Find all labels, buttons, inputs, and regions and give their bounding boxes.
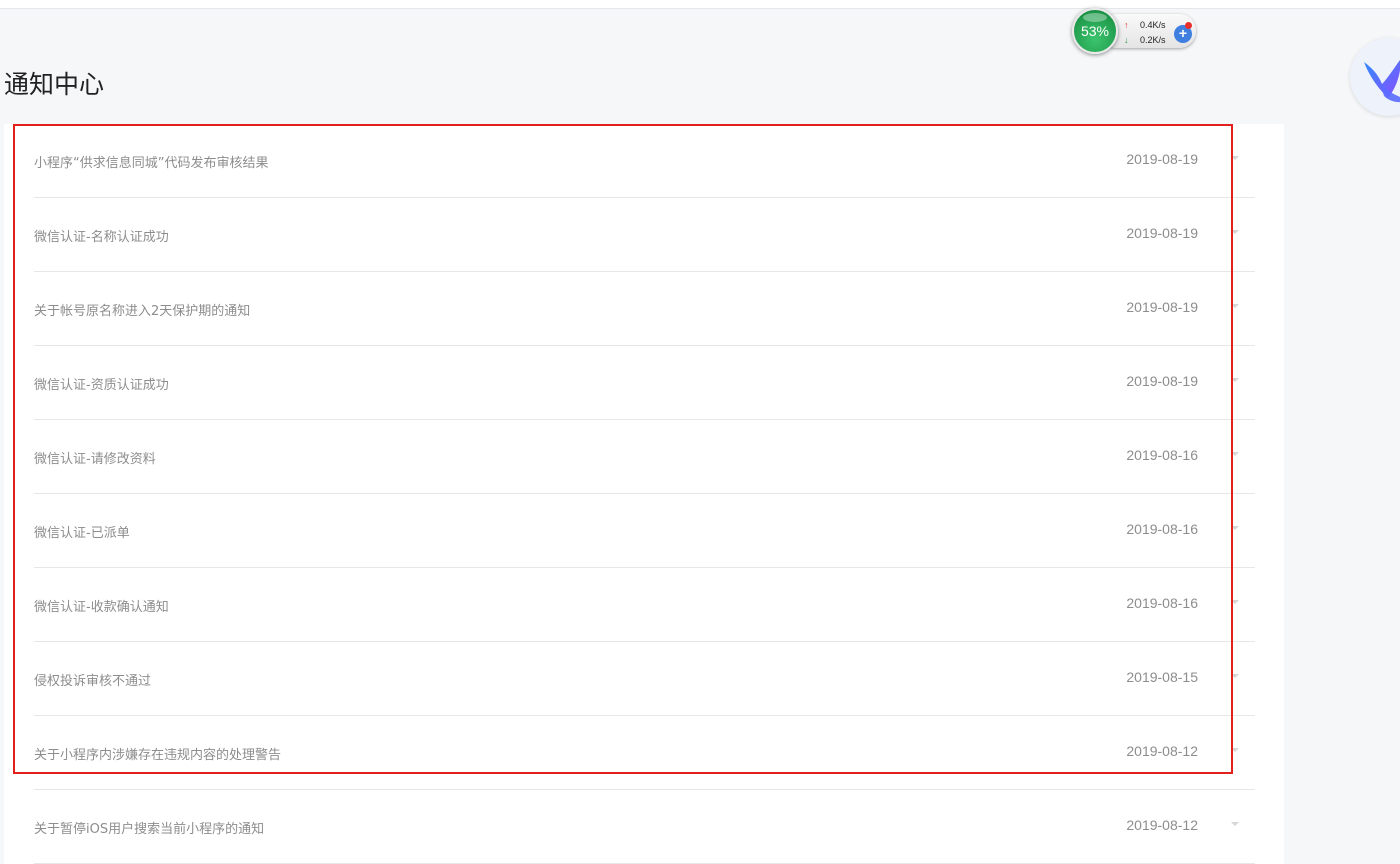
notification-date: 2019-08-12 — [1126, 743, 1198, 759]
notification-title[interactable]: 侵权投诉审核不通过 — [34, 670, 151, 689]
ball-shine — [1083, 13, 1107, 22]
chevron-down-icon[interactable] — [1231, 452, 1239, 456]
download-speed: 0.2K/s — [1140, 35, 1166, 45]
notification-title[interactable]: 小程序“供求信息同城”代码发布审核结果 — [34, 152, 268, 171]
notification-title[interactable]: 关于暂停iOS用户搜索当前小程序的通知 — [34, 818, 264, 837]
notification-item[interactable]: 关于暂停iOS用户搜索当前小程序的通知 2019-08-12 — [34, 790, 1255, 864]
notification-date: 2019-08-19 — [1126, 299, 1198, 315]
notification-date: 2019-08-16 — [1126, 595, 1198, 611]
notification-title[interactable]: 关于小程序内涉嫌存在违规内容的处理警告 — [34, 744, 281, 763]
notification-date: 2019-08-15 — [1126, 669, 1198, 685]
memory-usage-ball[interactable]: 53% — [1072, 8, 1118, 54]
notification-item[interactable]: 微信认证-收款确认通知 2019-08-16 — [34, 568, 1255, 642]
network-speed-widget[interactable]: 53% ↑ 0.4K/s ↓ 0.2K/s + — [1072, 8, 1200, 56]
notification-title[interactable]: 微信认证-已派单 — [34, 522, 130, 541]
notification-item[interactable]: 关于帐号原名称进入2天保护期的通知 2019-08-19 — [34, 272, 1255, 346]
chevron-down-icon[interactable] — [1231, 674, 1239, 678]
notification-dot — [1185, 22, 1192, 29]
chevron-down-icon[interactable] — [1231, 600, 1239, 604]
chevron-down-icon[interactable] — [1231, 378, 1239, 382]
notification-title[interactable]: 微信认证-资质认证成功 — [34, 374, 169, 393]
notification-item[interactable]: 微信认证-已派单 2019-08-16 — [34, 494, 1255, 568]
download-speed-row: ↓ 0.2K/s — [1124, 35, 1166, 45]
notification-date: 2019-08-16 — [1126, 521, 1198, 537]
notification-date: 2019-08-12 — [1126, 817, 1198, 833]
chevron-down-icon[interactable] — [1231, 230, 1239, 234]
bird-logo-icon[interactable] — [1350, 38, 1400, 116]
notification-item[interactable]: 关于小程序内涉嫌存在违规内容的处理警告 2019-08-12 — [34, 716, 1255, 790]
chevron-down-icon[interactable] — [1231, 156, 1239, 160]
notification-title[interactable]: 关于帐号原名称进入2天保护期的通知 — [34, 300, 250, 319]
notification-date: 2019-08-16 — [1126, 447, 1198, 463]
bird-logo-graphic — [1364, 60, 1400, 103]
upload-speed-row: ↑ 0.4K/s — [1124, 20, 1166, 30]
page-title: 通知中心 — [4, 69, 105, 99]
notification-item[interactable]: 侵权投诉审核不通过 2019-08-15 — [34, 642, 1255, 716]
chevron-down-icon[interactable] — [1231, 526, 1239, 530]
chevron-down-icon[interactable] — [1231, 822, 1239, 826]
notification-date: 2019-08-19 — [1126, 151, 1198, 167]
chevron-down-icon[interactable] — [1231, 304, 1239, 308]
arrow-up-icon: ↑ — [1124, 20, 1129, 30]
notification-item[interactable]: 微信认证-资质认证成功 2019-08-19 — [34, 346, 1255, 420]
notification-title[interactable]: 微信认证-请修改资料 — [34, 448, 156, 467]
memory-percent: 53% — [1080, 23, 1110, 39]
upload-speed: 0.4K/s — [1140, 20, 1166, 30]
notification-item[interactable]: 微信认证-名称认证成功 2019-08-19 — [34, 198, 1255, 272]
notification-item[interactable]: 小程序“供求信息同城”代码发布审核结果 2019-08-19 — [34, 124, 1255, 198]
notification-date: 2019-08-19 — [1126, 225, 1198, 241]
notification-card: 小程序“供求信息同城”代码发布审核结果 2019-08-19 微信认证-名称认证… — [4, 124, 1284, 864]
arrow-down-icon: ↓ — [1124, 35, 1129, 45]
notification-item[interactable]: 微信认证-请修改资料 2019-08-16 — [34, 420, 1255, 494]
chevron-down-icon[interactable] — [1231, 748, 1239, 752]
notification-date: 2019-08-19 — [1126, 373, 1198, 389]
notification-title[interactable]: 微信认证-名称认证成功 — [34, 226, 169, 245]
notification-list: 小程序“供求信息同城”代码发布审核结果 2019-08-19 微信认证-名称认证… — [34, 124, 1255, 864]
notification-title[interactable]: 微信认证-收款确认通知 — [34, 596, 169, 615]
